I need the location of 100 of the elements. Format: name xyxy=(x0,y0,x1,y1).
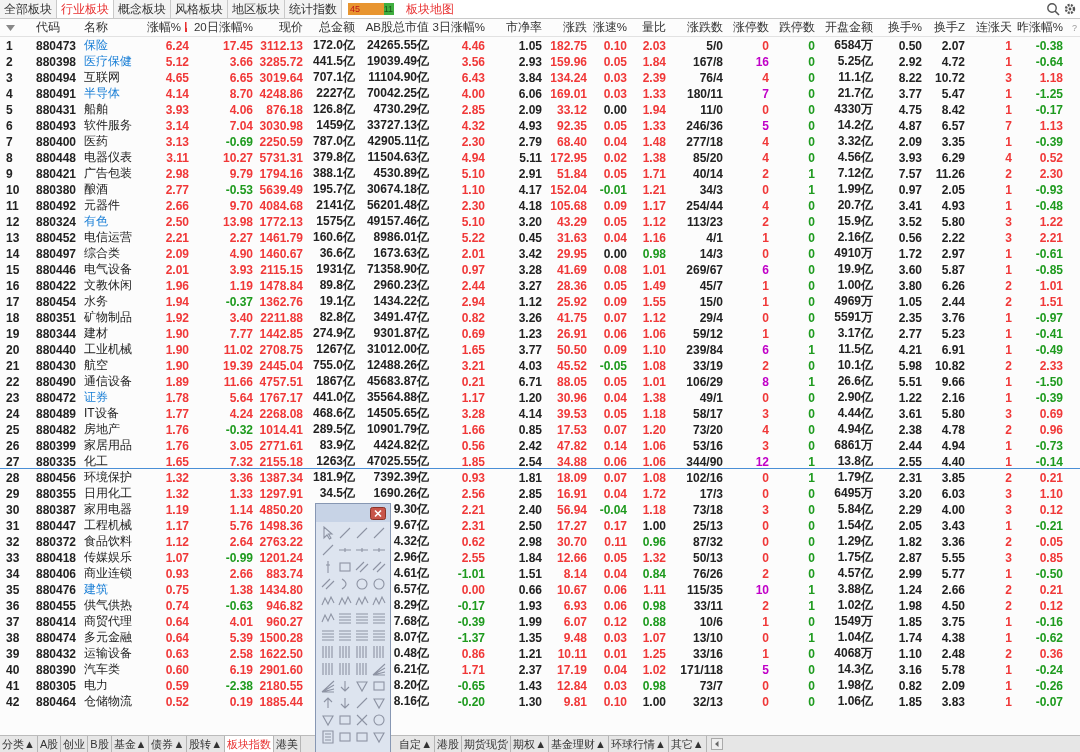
sector-name[interactable]: 家用电器 xyxy=(84,501,132,518)
circle-icon[interactable] xyxy=(371,713,386,727)
sector-name[interactable]: 运输设备 xyxy=(84,645,132,662)
market-tab[interactable]: 基金▲ xyxy=(111,736,150,752)
sector-name[interactable]: 化工 xyxy=(84,453,108,470)
column-header[interactable]: AB股总市值 xyxy=(365,20,429,35)
sector-name[interactable]: 互联网 xyxy=(84,69,120,86)
sector-name[interactable]: 有色 xyxy=(84,213,108,230)
column-header[interactable]: 昨涨幅% xyxy=(1016,20,1063,35)
table-row[interactable]: 39 880432 运输设备 0.63 2.58 1622.50 0.48亿 0.86 1.21 10.11 0.01 1.25 33/16 1 0 4068万 1.10 2.48 2 0.36 xyxy=(0,645,1080,661)
sector-name[interactable]: 建筑 xyxy=(84,581,108,598)
column-header[interactable]: 名称 xyxy=(84,20,108,35)
market-tab[interactable]: 股转▲ xyxy=(187,736,226,752)
column-header[interactable]: 20日涨幅% xyxy=(193,20,253,35)
sector-name[interactable]: 商贸代理 xyxy=(84,613,132,630)
rectangle-icon[interactable] xyxy=(337,730,352,744)
sector-name[interactable]: 家居用品 xyxy=(84,437,132,454)
vertical-lines-icon[interactable] xyxy=(354,645,369,659)
horizontal-lines-icon[interactable] xyxy=(337,611,352,625)
table-row[interactable]: 13 880452 电信运营 2.21 2.27 1461.79 160.6亿 8986.01亿 5.22 0.45 31.63 0.04 1.16 4/1 1 0 2.16亿 0.56 2.22 3 2.21 xyxy=(0,229,1080,245)
horizontal-lines-icon[interactable] xyxy=(371,611,386,625)
table-row[interactable]: 22 880490 通信设备 1.89 11.66 4757.51 1867亿 45683.87亿 0.21 6.71 88.05 0.05 1.01 106/29 8 1 26.6亿 5.51 9.66 1 -1.50 xyxy=(0,373,1080,389)
table-row[interactable]: 27 880335 化工 1.65 7.32 2155.18 1263亿 47025.55亿 1.85 2.54 34.88 0.06 1.06 344/90 12 1 13.8亿 2.55 4.40 1 -0.14 xyxy=(0,453,1080,469)
rectangle-icon[interactable] xyxy=(337,713,352,727)
sector-name[interactable]: 文教休闲 xyxy=(84,277,132,294)
horizontal-lines-icon[interactable] xyxy=(354,611,369,625)
table-row[interactable]: 18 880351 矿物制品 1.92 3.40 2211.88 82.8亿 3491.47亿 0.82 3.26 41.75 0.07 1.12 29/4 0 0 5591万 2.35 3.76 1 -0.97 xyxy=(0,309,1080,325)
cross-icon[interactable] xyxy=(354,713,369,727)
table-row[interactable]: 35 880476 建筑 0.75 1.38 1434.80 6.57亿 0.00 0.66 10.67 0.06 1.11 115/35 10 1 3.88亿 1.24 2.66 2 0.21 xyxy=(0,581,1080,597)
sector-name[interactable]: 供气供热 xyxy=(84,597,132,614)
category-tab[interactable]: 风格板块 xyxy=(171,0,228,18)
parallel-lines-icon[interactable] xyxy=(354,560,369,574)
table-row[interactable]: 12 880324 有色 2.50 13.98 1772.13 1575亿 49157.46亿 5.10 3.20 43.29 0.05 1.12 113/23 2 0 15.9亿 3.52 5.80 3 1.22 xyxy=(0,213,1080,229)
table-row[interactable]: 21 880430 航空 1.90 19.39 2445.04 755.0亿 12488.26亿 3.21 4.03 45.52 -0.05 1.08 33/19 2 0 10.1亿 5.98 10.82 2 2.33 xyxy=(0,357,1080,373)
table-row[interactable]: 37 880414 商贸代理 0.64 4.01 960.27 7.68亿 -0.39 1.99 6.07 0.12 0.88 10/6 1 0 1549万 1.85 3.75 1 -0.16 xyxy=(0,613,1080,629)
table-row[interactable]: 11 880492 元器件 2.66 9.70 4084.68 2141亿 56201.48亿 2.30 4.18 105.68 0.09 1.17 254/44 4 0 20.7亿 3.41 4.93 1 -0.48 xyxy=(0,197,1080,213)
triangle-icon[interactable] xyxy=(320,713,335,727)
table-row[interactable]: 20 880440 工业机械 1.90 11.02 2708.75 1267亿 31012.00亿 1.65 3.77 50.50 0.09 1.10 239/84 6 1 11.5亿 4.21 6.91 1 -0.49 xyxy=(0,341,1080,357)
fan-lines-icon[interactable] xyxy=(371,662,386,676)
sector-name[interactable]: 酿酒 xyxy=(84,181,108,198)
sector-name[interactable]: 电信运营 xyxy=(84,229,132,246)
close-icon[interactable] xyxy=(370,506,386,520)
table-row[interactable]: 4 880491 半导体 4.14 8.70 4248.86 2227亿 70042.25亿 4.00 6.06 169.01 0.03 1.33 180/11 7 0 21.7亿 3.77 5.47 1 -1.25 xyxy=(0,85,1080,101)
circle-icon[interactable] xyxy=(354,577,369,591)
column-header[interactable]: 市净率 xyxy=(506,20,542,35)
rectangle-icon[interactable] xyxy=(337,560,352,574)
sector-name[interactable]: 船舶 xyxy=(84,101,108,118)
line-icon[interactable] xyxy=(354,696,369,710)
table-row[interactable]: 40 880390 汽车类 0.60 6.19 2901.60 6.21亿 1.71 2.37 17.19 0.04 1.02 171/118 5 0 14.3亿 3.16 5.78 1 -0.24 xyxy=(0,661,1080,677)
market-tab[interactable]: 创业 xyxy=(61,736,89,752)
table-row[interactable]: 6 880493 软件服务 3.14 7.04 3030.98 1459亿 33727.13亿 4.32 4.93 92.35 0.05 1.33 246/36 5 0 14.2亿 4.87 6.57 7 1.13 xyxy=(0,117,1080,133)
table-row[interactable]: 2 880398 医疗保健 5.12 3.66 3285.72 441.5亿 19039.49亿 3.56 2.93 159.96 0.05 1.84 167/8 16 0 5.25亿 2.92 4.72 1 -0.64 xyxy=(0,53,1080,69)
column-header[interactable]: 涨速% xyxy=(592,20,627,35)
line-icon[interactable] xyxy=(320,543,335,557)
column-header[interactable]: 涨停数 xyxy=(733,20,769,35)
table-row[interactable]: 38 880474 多元金融 0.64 5.39 1500.28 8.07亿 -1.37 1.35 9.48 0.03 1.07 13/10 0 1 1.04亿 1.74 4.38 1 -0.62 xyxy=(0,629,1080,645)
vertical-lines-icon[interactable] xyxy=(320,662,335,676)
table-row[interactable]: 15 880446 电气设备 2.01 3.93 2115.15 1931亿 71358.90亿 0.97 3.28 41.69 0.08 1.01 269/67 6 0 19.9亿 3.60 5.87 1 -0.85 xyxy=(0,261,1080,277)
market-tab[interactable]: 期权▲ xyxy=(511,736,550,752)
wave-icon[interactable] xyxy=(337,594,352,608)
wave-icon[interactable] xyxy=(320,594,335,608)
column-header[interactable]: 开盘金额 xyxy=(825,20,873,35)
sector-name[interactable]: 工程机械 xyxy=(84,517,132,534)
wave-icon[interactable] xyxy=(371,594,386,608)
table-row[interactable]: 10 880380 酿酒 2.77 -0.53 5639.49 195.7亿 30674.18亿 1.10 4.17 152.04 -0.01 1.21 34/3 0 1 1.99亿 0.97 2.05 1 -0.93 xyxy=(0,181,1080,197)
pointer-icon[interactable] xyxy=(320,526,335,540)
table-row[interactable]: 28 880456 环境保护 1.32 3.36 1387.34 181.9亿 7392.39亿 0.93 1.81 18.09 0.07 1.08 102/16 0 1 1.79亿 2.31 3.85 2 0.21 xyxy=(0,469,1080,485)
market-tab[interactable]: 期货现货 xyxy=(462,736,512,752)
market-tab[interactable]: 基金理财▲ xyxy=(549,736,609,752)
sector-name[interactable]: 保险 xyxy=(84,37,108,54)
rectangle-icon[interactable] xyxy=(354,730,369,744)
table-row[interactable]: 1 880473 保险 6.24 17.45 3112.13 172.0亿 24265.55亿 4.46 1.05 182.75 0.10 2.03 5/0 0 0 6584万 0.50 2.07 1 -0.38 xyxy=(0,37,1080,53)
sector-name[interactable]: 航空 xyxy=(84,357,108,374)
column-header[interactable]: 3日涨幅% xyxy=(432,20,485,35)
search-icon[interactable] xyxy=(1046,2,1060,16)
table-row[interactable]: 5 880431 船舶 3.93 4.06 876.18 126.8亿 4730.29亿 2.85 2.09 33.12 0.00 1.94 11/0 0 0 4330万 4.75 8.42 1 -0.17 xyxy=(0,101,1080,117)
table-row[interactable]: 14 880497 综合类 2.09 4.90 1460.67 36.6亿 1673.63亿 2.01 3.42 29.95 0.00 0.98 14/3 0 0 4910万 1.72 2.97 1 -0.61 xyxy=(0,245,1080,261)
sector-name[interactable]: 传媒娱乐 xyxy=(84,549,132,566)
market-tab[interactable]: 港股 xyxy=(435,736,463,752)
horizontal-lines-icon[interactable] xyxy=(354,628,369,642)
wave-icon[interactable] xyxy=(320,611,335,625)
sector-name[interactable]: 仓储物流 xyxy=(84,693,132,710)
table-row[interactable]: 42 880464 仓储物流 0.52 0.19 1885.44 8.16亿 -0.20 1.30 9.81 0.10 1.00 32/13 0 0 1.06亿 1.85 3.83 1 -0.07 xyxy=(0,693,1080,709)
table-row[interactable]: 25 880482 房地产 1.76 -0.32 1014.41 289.5亿 10901.79亿 1.66 0.85 17.53 0.07 1.20 73/20 4 0 4.94亿 2.38 4.78 2 0.96 xyxy=(0,421,1080,437)
category-tab[interactable]: 地区板块 xyxy=(228,0,285,18)
fan-lines-icon[interactable] xyxy=(320,679,335,693)
column-header[interactable]: 总金额 xyxy=(319,20,355,35)
market-tab[interactable]: 港美 xyxy=(274,736,302,752)
scroll-left-icon[interactable] xyxy=(710,738,723,750)
category-tab[interactable]: 全部板块 xyxy=(0,0,57,18)
table-row[interactable]: 26 880399 家居用品 1.76 3.05 2771.61 83.9亿 4424.82亿 0.56 2.42 47.82 0.14 1.06 53/16 3 0 6861万 2.44 4.94 1 -0.73 xyxy=(0,437,1080,453)
triangle-icon[interactable] xyxy=(371,730,386,744)
list-icon[interactable] xyxy=(320,730,335,744)
sector-name[interactable]: 电力 xyxy=(84,677,108,694)
market-tab[interactable]: 债券▲ xyxy=(149,736,188,752)
vertical-lines-icon[interactable] xyxy=(354,662,369,676)
table-row[interactable]: 24 880489 IT设备 1.77 4.24 2268.08 468.6亿 14505.65亿 3.28 4.14 39.53 0.05 1.18 58/17 3 0 4.44亿 3.61 5.80 3 0.69 xyxy=(0,405,1080,421)
sector-name[interactable]: 证券 xyxy=(84,389,108,406)
table-row[interactable]: 41 880305 电力 0.59 -2.38 2180.55 8.20亿 -0.65 1.43 12.84 0.03 0.98 73/7 0 0 1.98亿 0.82 2.09 1 -0.26 xyxy=(0,677,1080,693)
sector-map-link[interactable]: 板块地图 xyxy=(400,0,460,18)
